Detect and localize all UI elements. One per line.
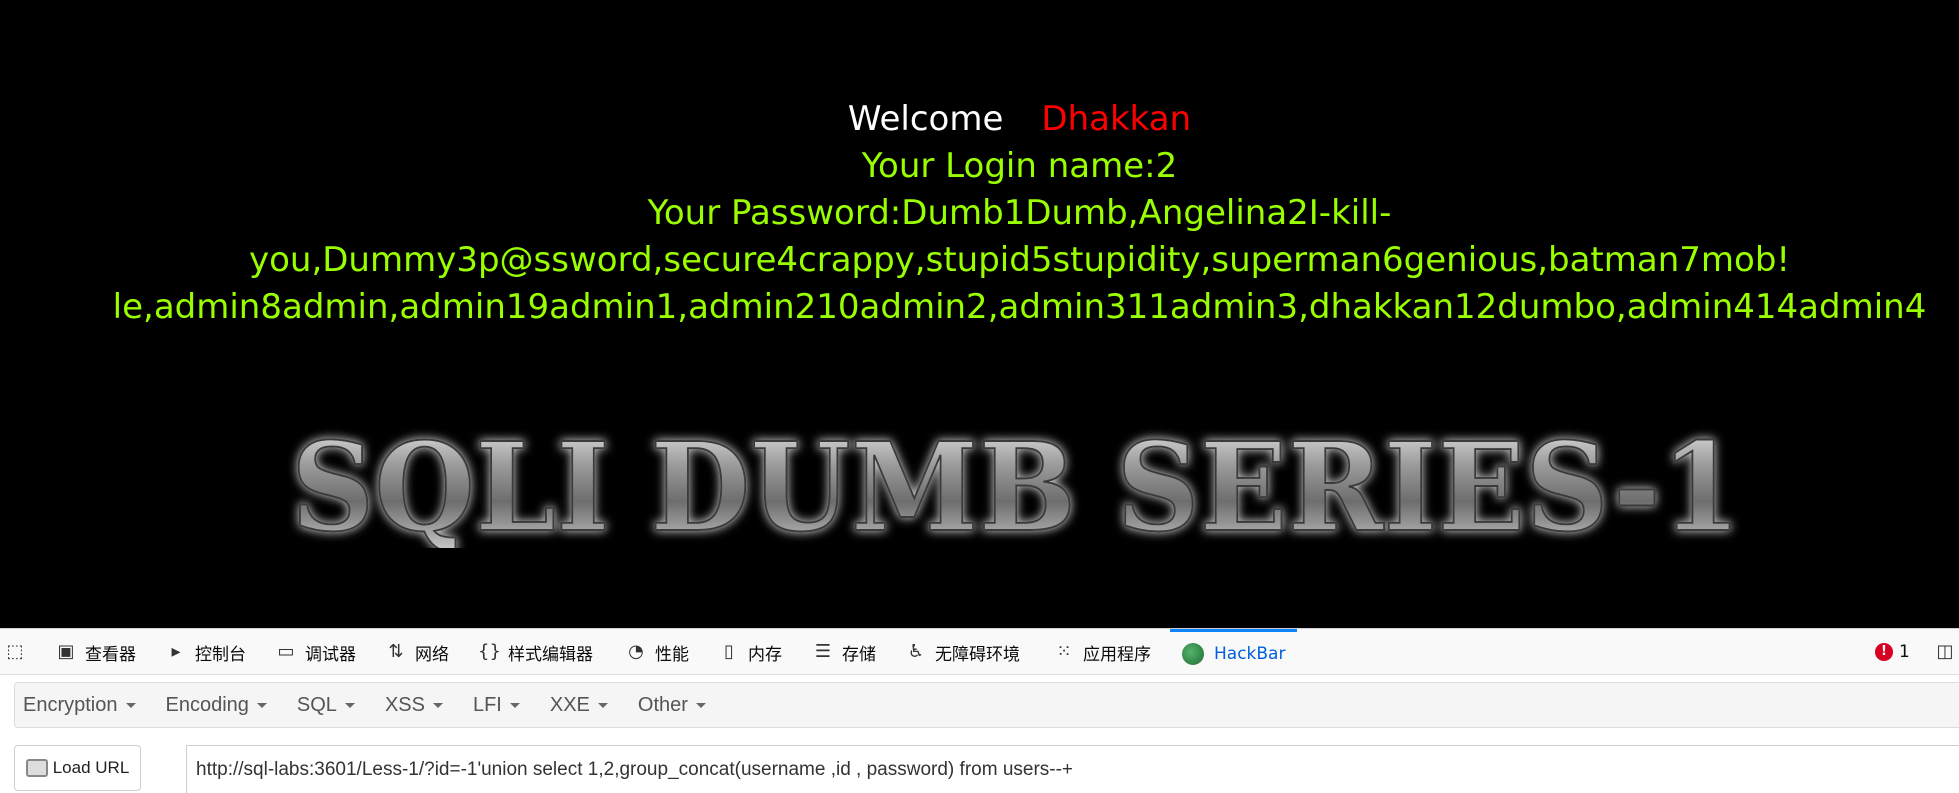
element-picker-button[interactable]: ⬚ [4,629,34,675]
sqli-banner-image: SQLI DUMB SERIES-1 [276,418,1756,548]
chevron-down-icon [344,702,355,708]
menu-label: XXE [549,693,590,716]
menu-label: LFI [472,693,502,716]
memory-icon: ▯ [724,641,734,662]
tab-accessibility[interactable]: ♿ 无障碍环境 [905,629,1020,675]
menu-label: Other [637,693,688,716]
console-icon: ▸ [171,641,181,662]
picker-icon: ⬚ [6,641,24,662]
debugger-icon: ▭ [277,641,295,662]
tab-label: 查看器 [85,644,136,665]
chevron-down-icon [597,702,608,708]
tab-debugger[interactable]: ▭ 调试器 [275,629,356,675]
password-line: le,admin8admin,admin19admin1,admin210adm… [112,287,1927,327]
style-editor-icon: {} [478,641,501,662]
menu-label: Encoding [165,693,249,716]
chevron-down-icon [695,702,706,708]
hackbar-menu: Encryption Encoding SQL XSS LFI XXE Othe… [14,682,1959,728]
tab-label: 网络 [415,644,449,665]
tab-performance[interactable]: ◔ 性能 [625,629,689,675]
tab-label: HackBar [1214,643,1286,664]
hackbar-icon [1182,642,1204,665]
dock-options-button[interactable]: ◫ [1934,629,1959,675]
welcome-label: Welcome [847,99,1004,139]
error-count: 1 [1899,642,1910,662]
menu-other[interactable]: Other [638,694,706,717]
password-block: Your Password:Dumb1Dumb,Angelina2I-kill-… [0,190,1959,331]
menu-xxe[interactable]: XXE [550,694,608,717]
chevron-down-icon [256,702,267,708]
password-line: you,Dummy3p@ssword,secure4crappy,stupid5… [248,240,1791,280]
menu-xss[interactable]: XSS [385,694,443,717]
tab-label: 控制台 [195,644,246,665]
menu-sql[interactable]: SQL [297,694,355,717]
menu-label: Encryption [23,693,118,716]
devtools-toolbar: ⬚ ▣ 查看器 ▸ 控制台 ▭ 调试器 ⇅ 网络 {} 样式编辑器 ◔ 性能 ▯ 内存 ☰ 存储… [0,628,1959,675]
banner-text: SQLI DUMB SERIES-1 [291,418,1741,548]
tab-storage[interactable]: ☰ 存储 [812,629,876,675]
inspector-icon: ▣ [57,641,75,662]
accessibility-icon: ♿ [907,641,925,662]
network-icon: ⇅ [388,641,404,662]
tab-label: 样式编辑器 [508,644,593,665]
tab-application[interactable]: ⁙ 应用程序 [1053,629,1151,675]
tab-label: 应用程序 [1083,644,1151,665]
password-line: Your Password:Dumb1Dumb,Angelina2I-kill- [647,193,1392,233]
chevron-down-icon [509,702,520,708]
chevron-down-icon [432,702,443,708]
performance-icon: ◔ [628,641,644,662]
tab-label: 性能 [655,644,689,665]
welcome-name: Dhakkan [1041,99,1192,139]
web-page: Welcome Dhakkan Your Login name:2 Your Pa… [0,0,1959,628]
result-block: Welcome Dhakkan Your Login name:2 Your Pa… [0,96,1959,331]
tab-label: 内存 [748,644,782,665]
tab-console[interactable]: ▸ 控制台 [165,629,246,675]
error-icon: ! [1875,643,1893,661]
tab-memory[interactable]: ▯ 内存 [718,629,782,675]
menu-encryption[interactable]: Encryption [23,694,136,717]
tab-network[interactable]: ⇅ 网络 [385,629,449,675]
load-url-label: Load URL [52,758,130,777]
menu-encoding[interactable]: Encoding [166,694,267,717]
tab-inspector[interactable]: ▣ 查看器 [55,629,136,675]
menu-label: XSS [384,693,425,716]
dock-icon: ◫ [1936,641,1954,662]
chevron-down-icon [125,702,136,708]
load-url-icon [25,759,48,777]
tab-label: 无障碍环境 [935,644,1020,665]
menu-lfi[interactable]: LFI [473,694,520,717]
url-input[interactable]: http://sql-labs:3601/Less-1/?id=-1'union… [186,745,1959,793]
load-url-button[interactable]: Load URL [14,745,141,791]
tab-label: 存储 [842,644,876,665]
login-name-line: Your Login name:2 [861,146,1178,186]
welcome-line: Welcome Dhakkan [0,96,1959,143]
hackbar-panel: Encryption Encoding SQL XSS LFI XXE Othe… [0,675,1959,793]
storage-icon: ☰ [814,641,832,662]
application-icon: ⁙ [1056,641,1072,662]
tab-hackbar[interactable]: HackBar [1170,629,1298,675]
tab-style-editor[interactable]: {} 样式编辑器 [478,629,593,675]
menu-label: SQL [296,693,337,716]
tab-label: 调试器 [305,644,356,665]
error-counter[interactable]: ! 1 [1875,629,1910,675]
